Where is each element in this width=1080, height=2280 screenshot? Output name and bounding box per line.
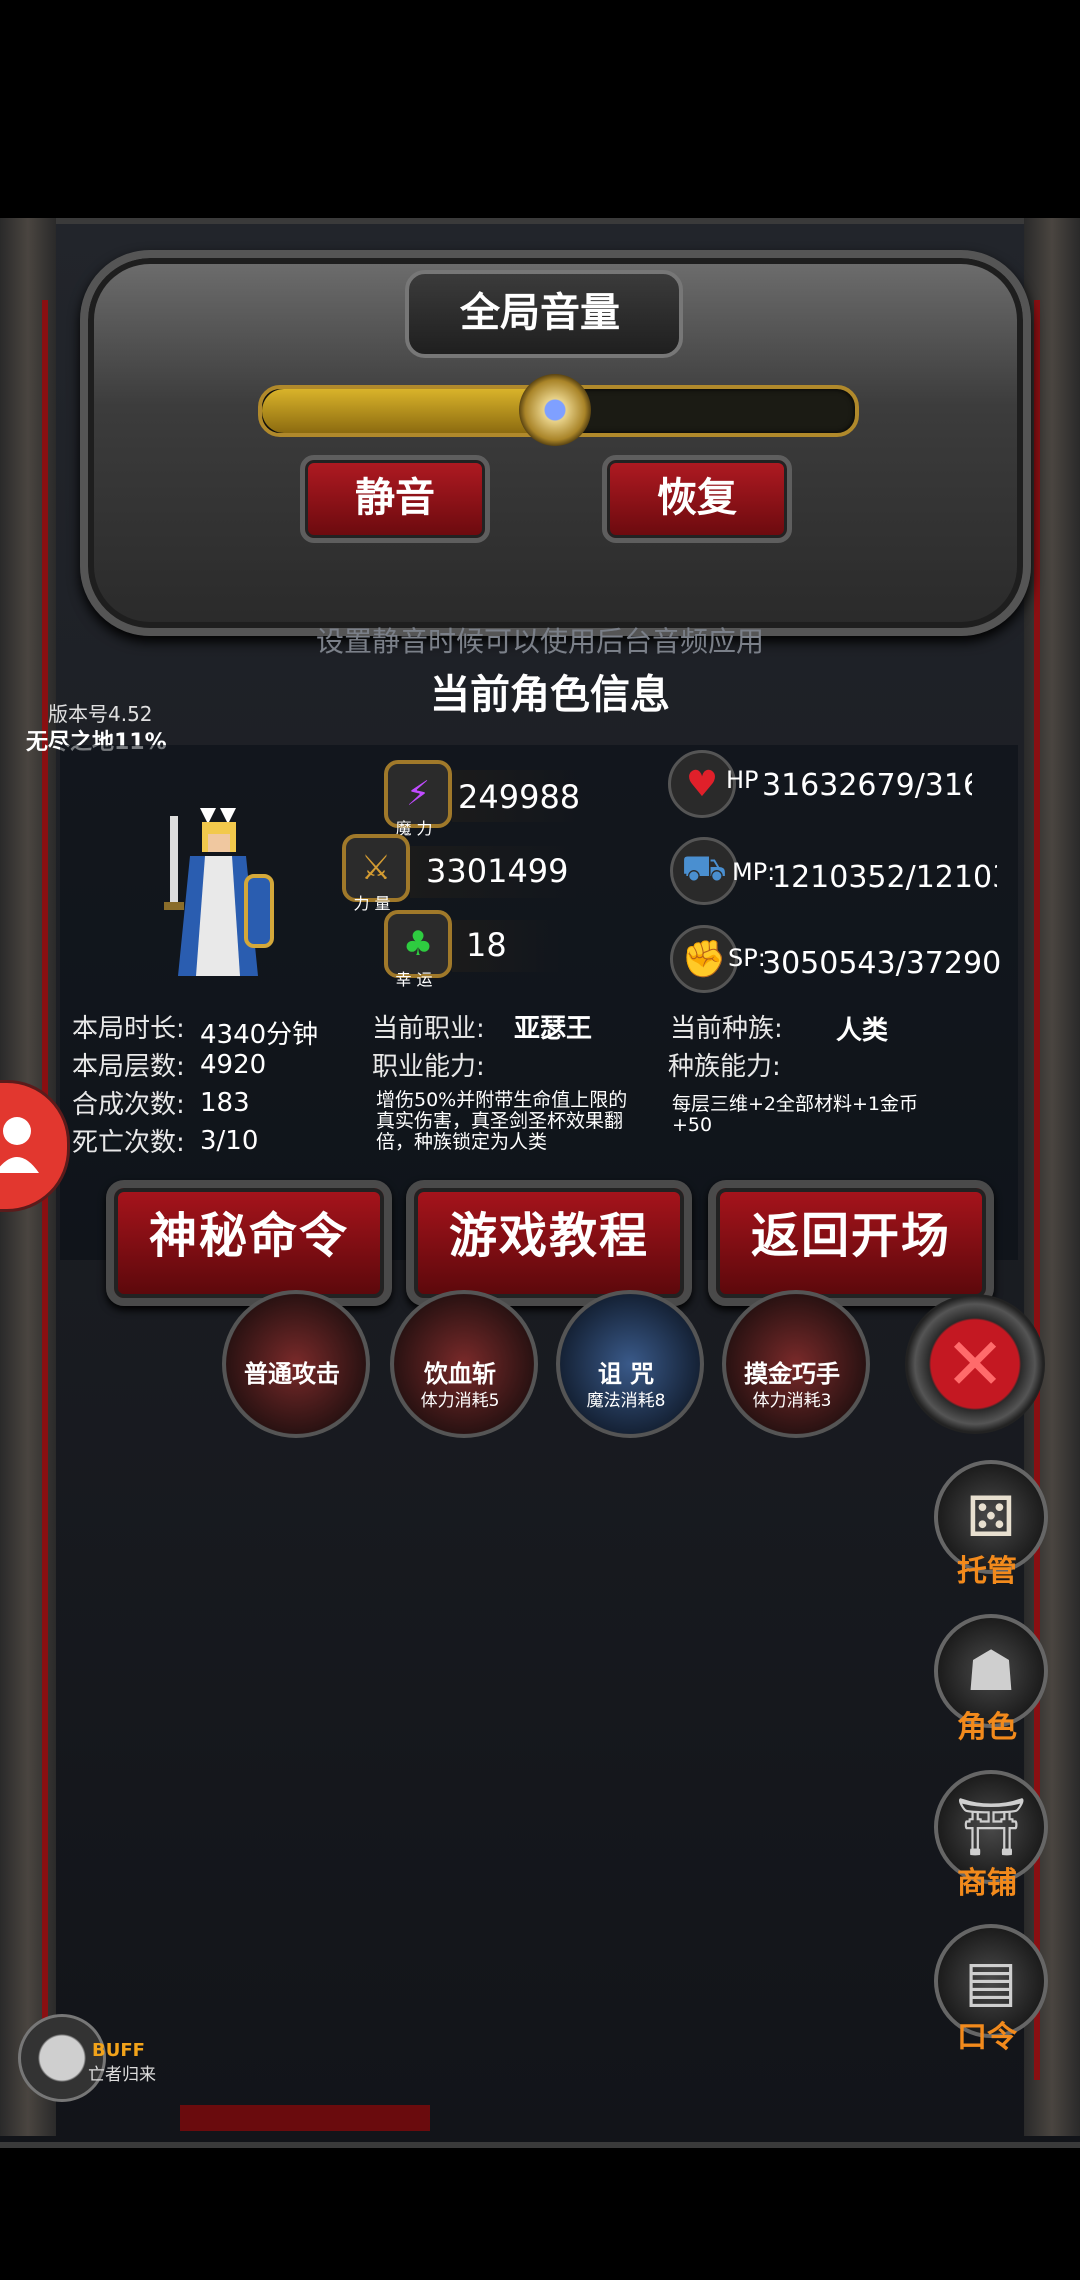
- hp-value: 31632679/3163: [762, 768, 972, 803]
- side-menu-shop-label[interactable]: 商铺: [934, 1858, 1040, 1902]
- job-label: 当前职业:: [372, 1014, 485, 1044]
- volume-slider-fill: [262, 389, 555, 433]
- race-value: 人类: [836, 1016, 889, 1046]
- luck-value: 18: [466, 926, 507, 964]
- job-value: 亚瑟王: [514, 1014, 593, 1044]
- skill-blood-slash-cost: 体力消耗5: [420, 1391, 500, 1411]
- luck-caption: 幸 运: [395, 970, 433, 989]
- buff-label: BUFF: [92, 2040, 145, 2061]
- return-to-start-button[interactable]: 返回开场: [708, 1180, 994, 1306]
- volume-title: 全局音量: [460, 290, 620, 336]
- skill-normal-attack-name: 普通攻击: [244, 1360, 340, 1388]
- race-ability-text: 每层三维+2全部材料+1金币+50: [672, 1093, 919, 1136]
- restore-button[interactable]: 恢复: [602, 455, 792, 543]
- side-menu-character-label[interactable]: 角色: [934, 1702, 1040, 1746]
- volume-slider-knob[interactable]: [519, 374, 591, 446]
- close-button[interactable]: ✕: [905, 1294, 1045, 1434]
- stat-value-floors: 4920: [200, 1050, 267, 1080]
- skill-curse-name: 诅 咒: [597, 1360, 655, 1388]
- side-menu-password-label[interactable]: 口令: [934, 2012, 1040, 2056]
- bottom-progress-bar: [180, 2105, 430, 2131]
- character-info-title: 当前角色信息: [430, 672, 670, 718]
- sp-label: SP:: [728, 944, 766, 972]
- magic-value: 249988: [458, 778, 581, 816]
- skill-treasure-hand-name: 摸金巧手: [744, 1360, 840, 1388]
- mp-value: 1210352/121035: [772, 860, 997, 895]
- job-ability-label: 职业能力:: [372, 1052, 485, 1082]
- skill-treasure-hand-cost: 体力消耗3: [752, 1391, 832, 1411]
- skill-curse-cost: 魔法消耗8: [586, 1391, 666, 1411]
- stat-label-time: 本局时长:: [72, 1014, 185, 1044]
- stat-label-floors: 本局层数:: [72, 1052, 185, 1082]
- tutorial-button[interactable]: 游戏教程: [406, 1180, 692, 1306]
- mana-icon: ⛟: [670, 837, 738, 905]
- skill-blood-slash-name: 饮血斩: [424, 1360, 496, 1388]
- version-label: 版本号4.52: [48, 702, 153, 726]
- mystic-command-button[interactable]: 神秘命令: [106, 1180, 392, 1306]
- mute-button[interactable]: 静音: [300, 455, 490, 543]
- buff-text: 亡者归来: [88, 2065, 156, 2085]
- job-ability-text: 增伤50%并附带生命值上限的真实伤害，真圣剑圣杯效果翻倍，种族锁定为人类: [376, 1089, 628, 1153]
- hp-label: HP: [726, 766, 759, 794]
- character-sprite: [150, 806, 280, 986]
- stat-value-time: 4340分钟: [200, 1020, 319, 1050]
- strength-value: 3301499: [426, 852, 569, 890]
- race-label: 当前种族:: [670, 1014, 783, 1044]
- stat-value-deaths: 3/10: [200, 1126, 259, 1156]
- side-menu-auto-label[interactable]: 托管: [934, 1546, 1040, 1590]
- sp-value: 3050543/372901: [762, 946, 1002, 981]
- race-ability-label: 种族能力:: [668, 1052, 781, 1082]
- volume-hint: 设置静音时候可以使用后台音频应用: [315, 625, 764, 658]
- mp-label: MP:: [732, 858, 776, 886]
- stat-label-crafts: 合成次数:: [72, 1090, 185, 1120]
- stat-label-deaths: 死亡次数:: [72, 1128, 185, 1158]
- stat-value-crafts: 183: [200, 1088, 250, 1118]
